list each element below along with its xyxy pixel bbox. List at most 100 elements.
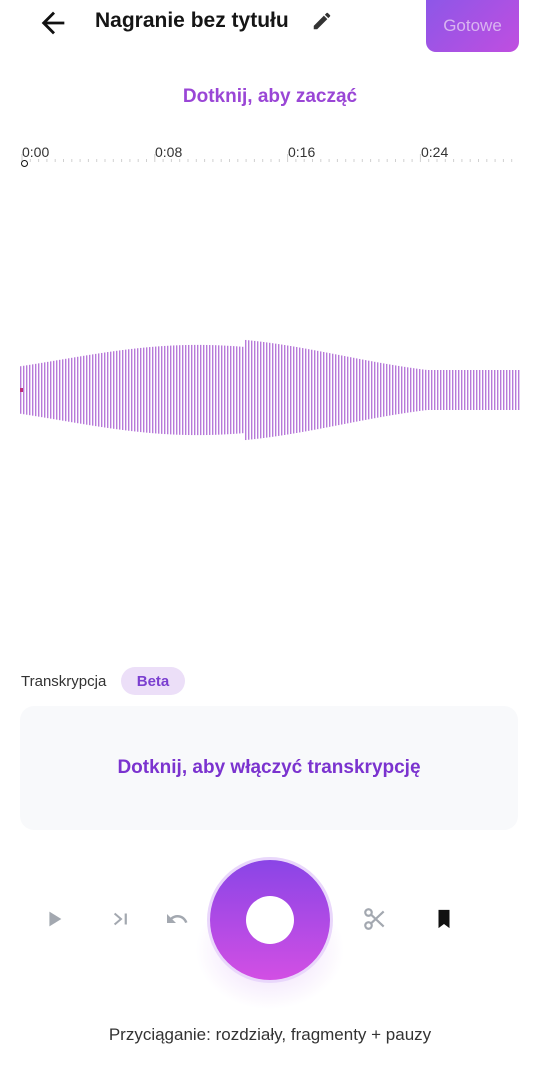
timeline-ruler[interactable]: 0:00 0:08 0:16 0:24 [20,140,520,170]
waveform-bar [305,348,307,432]
waveform-bar [371,361,373,419]
waveform-bar [236,346,238,434]
waveform-bar [179,345,181,435]
waveform-bar [380,362,382,418]
waveform-bar [368,360,370,420]
tap-to-start-prompt[interactable]: Dotknij, aby zacząć [0,86,540,108]
waveform-bar [125,349,127,431]
waveform-bar [113,351,115,429]
waveform-bar [404,366,406,414]
enable-transcription-card[interactable]: Dotknij, aby włączyć transkrypcję [20,706,518,830]
waveform-bar [425,369,427,411]
waveform-bar [167,345,169,435]
waveform-bar [452,370,454,410]
waveform-bar [203,344,205,436]
waveform-bar [275,343,277,437]
waveform-bar [53,360,55,420]
waveform-bar [449,370,451,410]
waveform-bar [170,345,172,435]
waveform-bar [83,355,85,425]
waveform-bar [26,365,28,415]
waveform-bar [137,348,139,432]
waveform-bar [383,363,385,417]
waveform-bar [224,345,226,435]
waveform-bar [239,346,241,434]
waveform-bar [248,340,250,440]
waveform-bar [188,344,190,436]
undo-button[interactable] [162,905,192,933]
waveform-bar [116,350,118,430]
waveform-bar [335,354,337,426]
waveform-bar [260,341,262,439]
waveform-bar [461,370,463,410]
waveform-bar [314,350,316,430]
waveform-bar [200,344,202,436]
waveform-bar [161,346,163,434]
waveform-bar [212,345,214,435]
back-button[interactable] [36,6,70,40]
waveform-bar [377,362,379,418]
waveform-bar [302,348,304,432]
waveform-bar [293,346,295,434]
waveform-bar [68,358,70,422]
play-button[interactable] [40,905,68,933]
waveform-bar [119,350,121,430]
waveform-bar [191,344,193,436]
waveform-bar [101,352,103,428]
waveform-bar [356,358,358,422]
waveform-bar [176,345,178,435]
waveform-bar [362,359,364,421]
waveform-bar [455,370,457,410]
waveform-bar [206,344,208,436]
enable-transcription-text: Dotknij, aby włączyć transkrypcję [117,757,421,778]
transcription-label: Transkrypcja [21,673,107,690]
waveform-bar [95,353,97,427]
waveform-bar [353,357,355,423]
waveform-bar [269,342,271,438]
waveform-bar [311,349,313,431]
waveform-bar [338,354,340,426]
waveform-bar [182,345,184,435]
record-button[interactable] [210,860,330,980]
record-icon [246,896,294,944]
waveform-bar [257,341,259,439]
waveform-bar [350,357,352,423]
playhead-marker[interactable] [21,160,28,167]
waveform-bar [92,354,94,426]
waveform-bar [278,344,280,436]
waveform-bar [245,339,247,441]
snap-settings-info[interactable]: Przyciąganie: rozdziały, fragmenty + pau… [0,1025,540,1045]
waveform-bar [50,361,52,419]
waveform-bar [152,346,154,434]
waveform-bar [149,347,151,433]
waveform-bar [104,352,106,428]
waveform-bar [470,370,472,410]
edit-title-button[interactable] [311,10,333,32]
waveform-bar [98,353,100,427]
waveform-bar [59,359,61,421]
scissors-icon [364,908,385,930]
waveform-bar [38,363,40,417]
waveform-bar [434,370,436,410]
waveform-bar [509,370,511,410]
cut-button[interactable] [361,905,389,933]
recording-title[interactable]: Nagranie bez tytułu [95,8,289,34]
waveform-bar [497,370,499,410]
audio-waveform[interactable] [0,300,540,480]
waveform-bar [272,343,274,437]
waveform-bar [44,362,46,418]
waveform-bar [374,361,376,419]
pencil-icon [313,12,331,30]
waveform-bar [164,345,166,435]
arrow-back-icon [41,11,65,35]
bookmark-button[interactable] [430,905,458,933]
waveform-bar [347,356,349,424]
skip-next-icon [113,912,127,926]
waveform-bar [491,370,493,410]
waveform-bar [464,370,466,410]
waveform-bar [251,340,253,440]
waveform-bar [56,360,58,420]
skip-next-button[interactable] [107,905,135,933]
waveform-bar [281,344,283,436]
done-button[interactable]: Gotowe [426,0,519,52]
